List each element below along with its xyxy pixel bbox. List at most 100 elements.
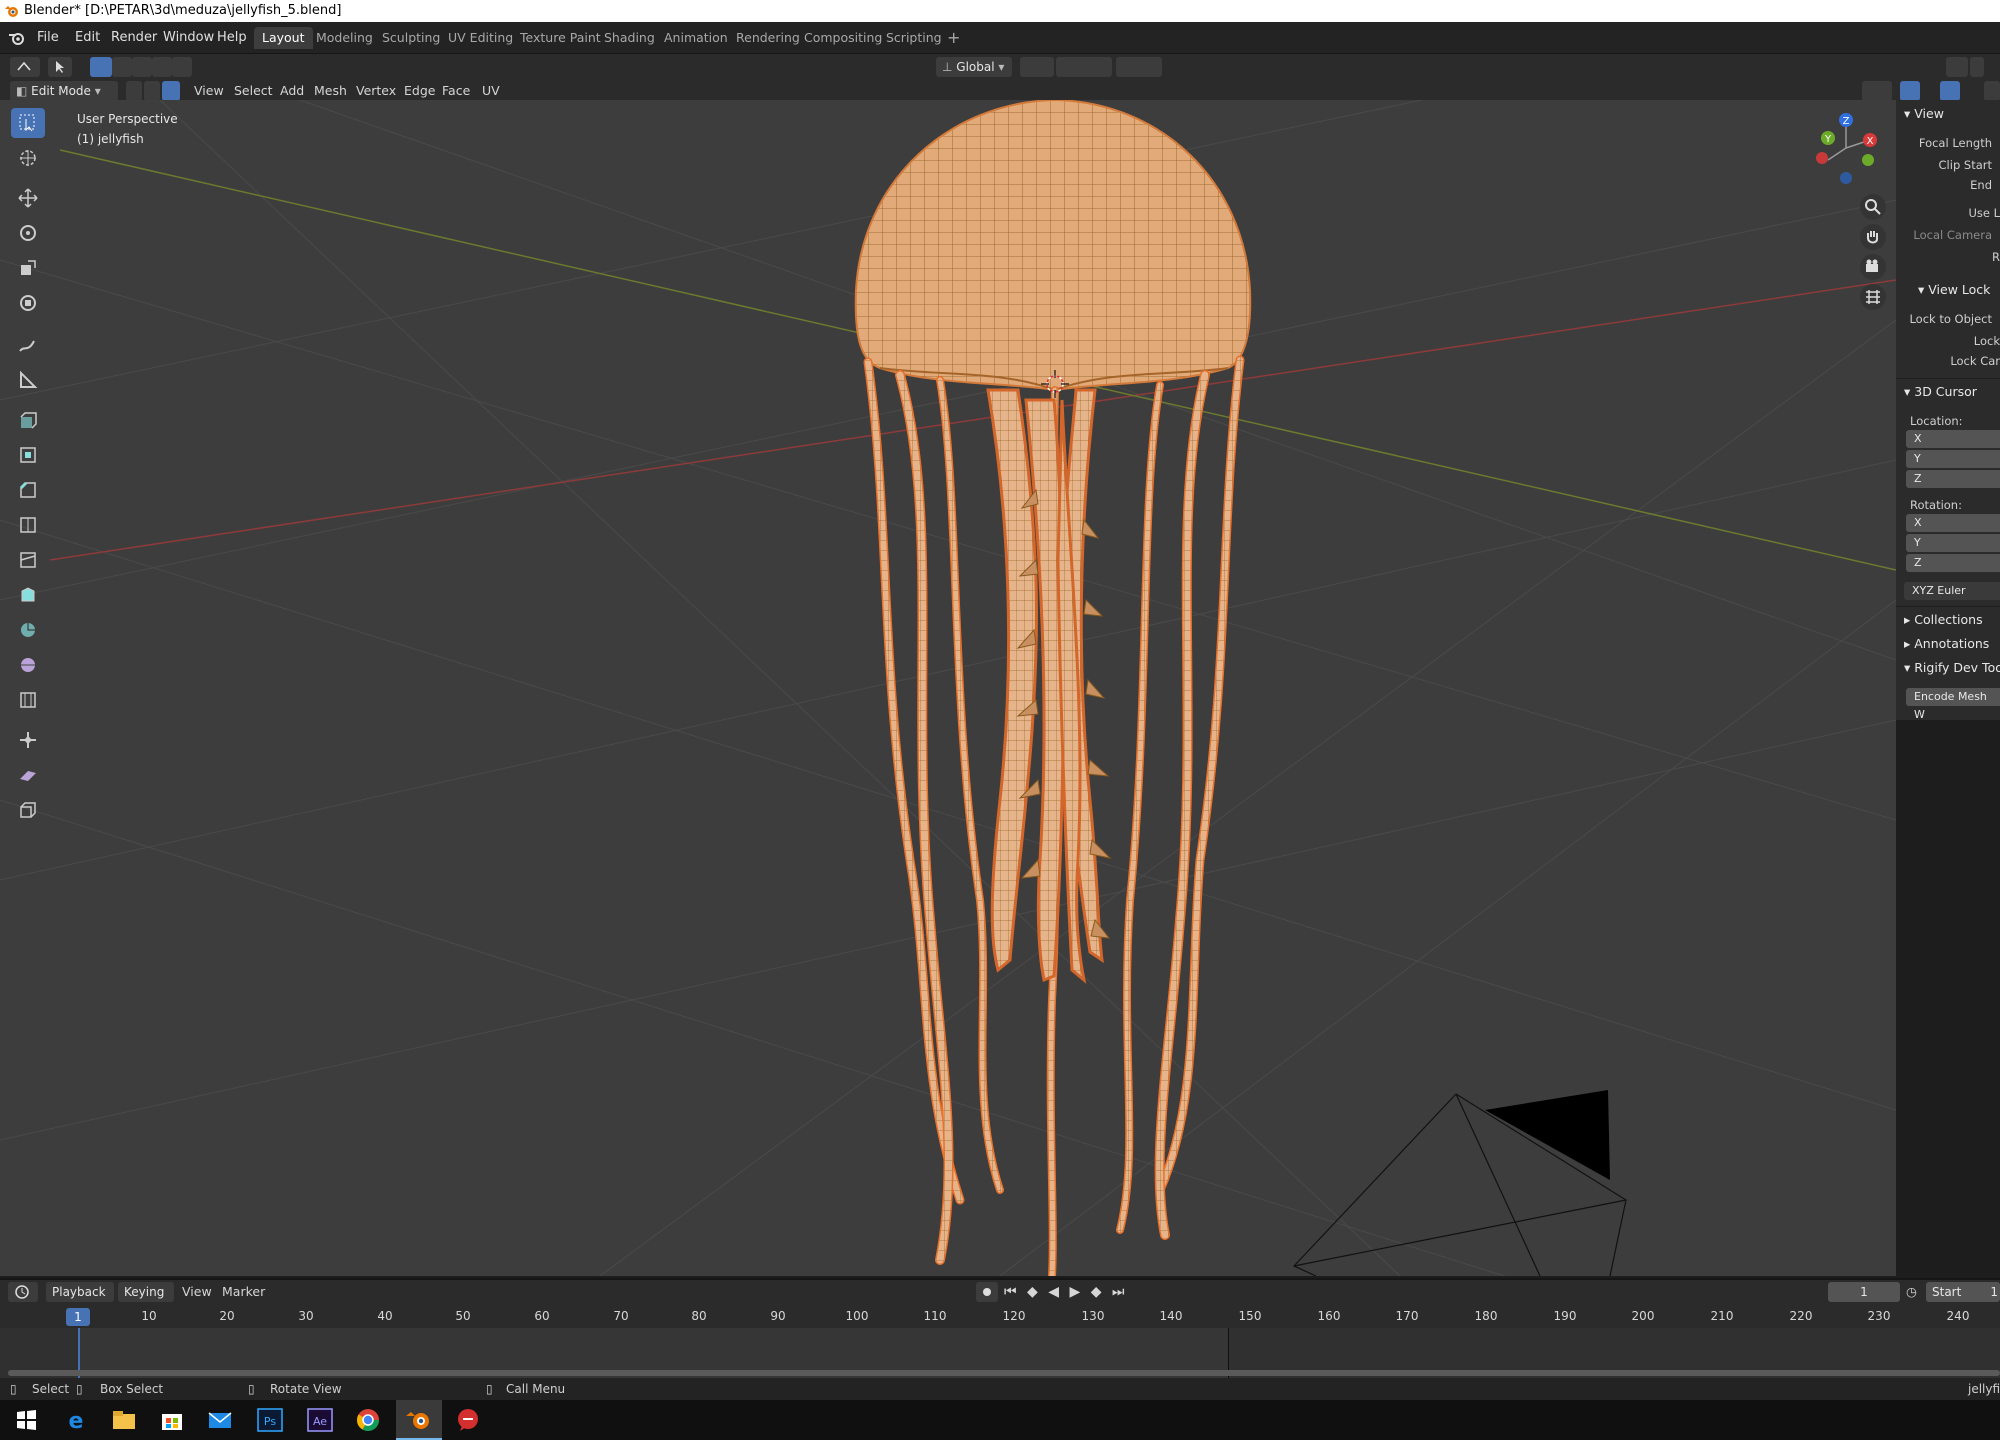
playback-dropdown[interactable]: Playback ▾ (46, 1282, 114, 1319)
extrude-tool-icon[interactable] (11, 405, 45, 435)
add-workspace-icon[interactable]: + (942, 28, 965, 48)
measure-tool-icon[interactable] (11, 365, 45, 395)
start-frame-field[interactable]: Start 1 (1926, 1282, 2000, 1302)
keying-dropdown[interactable]: Keying ▾ (118, 1282, 174, 1319)
shear-tool-icon[interactable] (11, 760, 45, 790)
proportional-editing-icon[interactable] (1116, 57, 1162, 77)
encode-mesh-button[interactable]: Encode Mesh W (1906, 688, 2000, 721)
xray-toggle-icon[interactable] (1984, 81, 2000, 101)
tab-uv-editing[interactable]: UV Editing (440, 27, 521, 49)
transform-tool-icon[interactable] (11, 288, 45, 318)
smooth-tool-icon[interactable] (11, 650, 45, 680)
windows-start-icon[interactable] (10, 1404, 42, 1436)
timeline-scrollbar[interactable] (8, 1370, 2000, 1376)
snap-icon[interactable] (1056, 57, 1112, 77)
move-tool-icon[interactable] (11, 183, 45, 213)
record-icon[interactable] (976, 1282, 998, 1302)
taskbar-active-app[interactable] (396, 1400, 442, 1440)
poly-build-tool-icon[interactable] (11, 580, 45, 610)
tab-modeling[interactable]: Modeling (308, 27, 381, 49)
viewport-menu-uv[interactable]: UV (482, 81, 500, 101)
file-explorer-icon[interactable] (108, 1404, 140, 1436)
playback-controls-icons[interactable]: ⏮ ◆ ◀ ▶ ◆ ⏭ (1004, 1282, 1128, 1302)
mode-invert-icon[interactable] (152, 57, 172, 77)
cursor-rotation-z-field[interactable]: Z (1906, 554, 2000, 572)
mode-extend-icon[interactable] (112, 57, 132, 77)
blender-menu-icon[interactable] (8, 30, 26, 46)
tab-texture-paint[interactable]: Texture Paint (512, 27, 609, 49)
render-region-label[interactable]: R (1896, 250, 2000, 264)
menu-window[interactable]: Window (158, 28, 219, 48)
overlay-toggle-icon[interactable] (1940, 81, 1960, 101)
timeline-menu-marker[interactable]: Marker (222, 1282, 265, 1302)
tab-animation[interactable]: Animation (656, 27, 736, 49)
ortho-grid-icon[interactable] (1860, 284, 1886, 310)
cursor-location-y-field[interactable]: Y (1906, 450, 2000, 468)
3d-cursor-section-header[interactable]: ▾ 3D Cursor (1904, 384, 1977, 399)
current-frame-indicator[interactable]: 1 (66, 1308, 90, 1326)
after-effects-icon[interactable]: Ae (304, 1404, 336, 1436)
chrome-icon[interactable] (352, 1404, 384, 1436)
rotate-tool-icon[interactable] (11, 218, 45, 248)
use-local-camera-label[interactable]: Use L (1896, 206, 2000, 220)
timeline-area[interactable]: 1 10 20 30 40 50 60 70 80 90 100 110 120… (0, 1306, 2000, 1378)
camera-object[interactable] (1290, 1080, 1640, 1276)
loop-cut-tool-icon[interactable] (11, 510, 45, 540)
mode-subtract-icon[interactable] (132, 57, 152, 77)
inset-tool-icon[interactable] (11, 440, 45, 470)
annotate-tool-icon[interactable] (11, 330, 45, 360)
tab-compositing[interactable]: Compositing (796, 27, 890, 49)
gizmo-toggle-icon[interactable] (1900, 81, 1920, 101)
viewport-menu-vertex[interactable]: Vertex (356, 81, 396, 101)
current-frame-field[interactable]: 1 (1828, 1282, 1900, 1302)
menu-file[interactable]: File (32, 28, 64, 48)
camera-view-icon[interactable] (1860, 254, 1886, 280)
mode-intersect-icon[interactable] (172, 57, 192, 77)
view-section-header[interactable]: ▾ View (1904, 106, 1944, 121)
rigify-section-header[interactable]: ▾ Rigify Dev Too (1904, 660, 2000, 675)
rip-tool-icon[interactable] (11, 795, 45, 825)
cursor-tool-icon[interactable] (11, 143, 45, 173)
tab-scripting[interactable]: Scripting (878, 27, 950, 49)
annotations-section-header[interactable]: ▸ Annotations (1904, 636, 1989, 651)
clock-icon[interactable]: ◷ (1906, 1282, 1917, 1302)
vertex-select-icon[interactable] (126, 81, 142, 101)
tab-sculpting[interactable]: Sculpting (374, 27, 448, 49)
bevel-tool-icon[interactable] (11, 475, 45, 505)
transform-orientation-dropdown[interactable]: ⊥ Global ▾ (936, 57, 1012, 77)
viewport-menu-select[interactable]: Select (234, 81, 273, 101)
timeline-menu-view[interactable]: View (182, 1282, 212, 1302)
viewport-menu-edge[interactable]: Edge (404, 81, 435, 101)
edge-slide-tool-icon[interactable] (11, 685, 45, 715)
edge-select-icon[interactable] (144, 81, 160, 101)
zoom-icon[interactable] (1860, 194, 1886, 220)
3d-viewport[interactable]: User Perspective (1) jellyfish Z X Y (0, 100, 1896, 1276)
menu-edit[interactable]: Edit (70, 28, 105, 48)
view-lock-section-header[interactable]: ▾ View Lock (1918, 282, 1990, 297)
face-select-icon[interactable] (162, 81, 180, 101)
rotation-mode-dropdown[interactable]: XYZ Euler (1904, 582, 2000, 600)
mode-dropdown[interactable]: ◧ Edit Mode ▾ (10, 81, 118, 101)
mode-new-icon[interactable] (90, 57, 112, 77)
tab-layout[interactable]: Layout (254, 27, 313, 49)
editor-type-icon[interactable] (10, 57, 40, 77)
menu-render[interactable]: Render (106, 28, 162, 48)
viewport-menu-mesh[interactable]: Mesh (314, 81, 347, 101)
cursor-rotation-x-field[interactable]: X (1906, 514, 2000, 532)
cursor-location-z-field[interactable]: Z (1906, 470, 2000, 488)
timeline-editor-type-icon[interactable] (8, 1282, 38, 1302)
scale-tool-icon[interactable] (11, 253, 45, 283)
viewport-menu-face[interactable]: Face (442, 81, 470, 101)
axis-x-toggle-icon[interactable] (1946, 57, 1968, 77)
store-icon[interactable] (156, 1404, 188, 1436)
pivot-point-icon[interactable] (1020, 57, 1054, 77)
collections-section-header[interactable]: ▸ Collections (1904, 612, 1983, 627)
mail-icon[interactable] (204, 1404, 236, 1436)
navigation-gizmo[interactable]: Z X Y (1808, 110, 1886, 188)
timeline-ruler[interactable]: 1 10 20 30 40 50 60 70 80 90 100 110 120… (0, 1306, 2000, 1328)
pan-hand-icon[interactable] (1860, 224, 1886, 250)
shrink-fatten-tool-icon[interactable] (11, 725, 45, 755)
select-tool-icon[interactable] (48, 57, 72, 77)
tab-shading[interactable]: Shading (596, 27, 663, 49)
jellyfish-mesh[interactable] (840, 100, 1280, 1276)
